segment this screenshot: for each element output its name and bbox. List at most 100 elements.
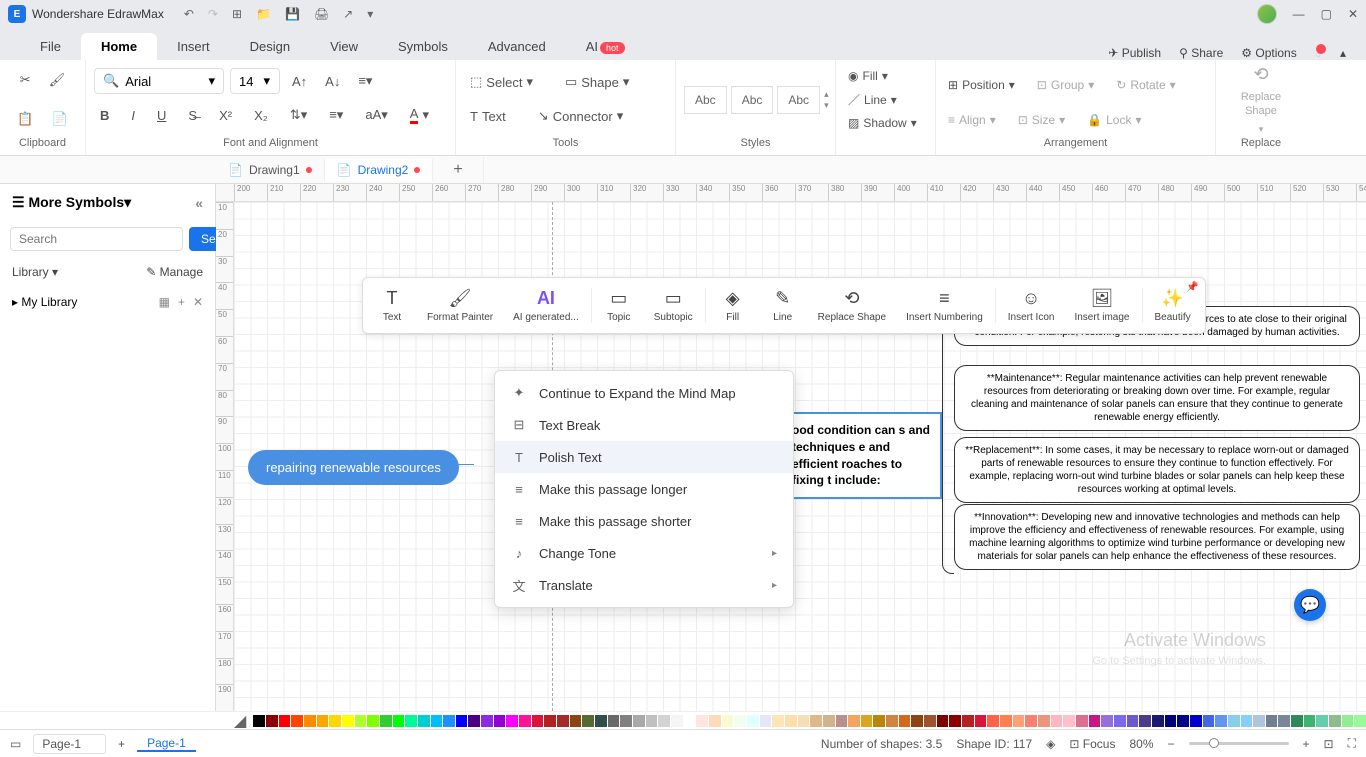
lock-button[interactable]: 🔒 Lock▾	[1083, 111, 1145, 129]
doctab-drawing2[interactable]: 📄 Drawing2	[325, 159, 434, 181]
color-swatch[interactable]	[494, 715, 506, 727]
qat-more-icon[interactable]: ▾	[367, 7, 373, 21]
color-swatch[interactable]	[772, 715, 784, 727]
print-icon[interactable]: 🖨	[314, 7, 329, 21]
color-swatch[interactable]	[355, 715, 367, 727]
color-swatch[interactable]	[456, 715, 468, 727]
cm-translate[interactable]: 文Translate▸	[495, 569, 793, 601]
page-tab-1[interactable]: Page-1	[137, 736, 196, 752]
ft-ai-generated[interactable]: AIAI generated...	[503, 284, 589, 327]
color-swatch[interactable]	[1165, 715, 1177, 727]
page-select[interactable]: Page-1	[33, 734, 106, 754]
publish-button[interactable]: ✈ Publish	[1108, 46, 1161, 60]
more-symbols-button[interactable]: ☰ More Symbols▾	[12, 194, 131, 211]
ft-subtopic[interactable]: ▭Subtopic	[644, 284, 703, 327]
color-swatch[interactable]	[253, 715, 265, 727]
tab-advanced[interactable]: Advanced	[468, 33, 566, 60]
ft-replace-shape[interactable]: ⟲Replace Shape	[808, 284, 896, 327]
collapse-sidebar-icon[interactable]: «	[195, 195, 203, 211]
color-swatch[interactable]	[317, 715, 329, 727]
color-swatch[interactable]	[1152, 715, 1164, 727]
share-button[interactable]: ⚲ Share	[1179, 46, 1223, 60]
color-swatch[interactable]	[1203, 715, 1215, 727]
rotate-button[interactable]: ↻ Rotate▾	[1112, 76, 1179, 94]
color-swatch[interactable]	[1063, 715, 1075, 727]
cm-change-tone[interactable]: ♪Change Tone▸	[495, 537, 793, 569]
align-button[interactable]: ≡ Align▾	[944, 111, 1000, 129]
user-avatar[interactable]	[1257, 4, 1277, 24]
color-swatch[interactable]	[633, 715, 645, 727]
color-swatch[interactable]	[937, 715, 949, 727]
detail-box-3[interactable]: **Replacement**: In some cases, it may b…	[954, 437, 1360, 503]
mindmap-subtopic-box[interactable]: ood condition can s and techniques e and…	[782, 412, 942, 499]
decrease-font-icon[interactable]: A↓	[319, 70, 346, 93]
size-button[interactable]: ⊡ Size▾	[1014, 111, 1069, 129]
fullscreen-icon[interactable]: ⛶	[1348, 736, 1356, 751]
copy-icon[interactable]: 📋	[11, 107, 39, 131]
ft-topic[interactable]: ▭Topic	[594, 284, 644, 327]
save-icon[interactable]: 💾	[285, 7, 300, 21]
color-swatch[interactable]	[582, 715, 594, 727]
color-swatch[interactable]	[1215, 715, 1227, 727]
font-size-select[interactable]: 14▾	[230, 68, 280, 94]
increase-font-icon[interactable]: A↑	[286, 70, 313, 93]
color-swatch[interactable]	[519, 715, 531, 727]
color-swatch[interactable]	[873, 715, 885, 727]
color-swatch[interactable]	[975, 715, 987, 727]
cm-expand-mindmap[interactable]: ✦Continue to Expand the Mind Map	[495, 377, 793, 409]
color-swatch[interactable]	[684, 715, 696, 727]
group-button[interactable]: ⊡ Group▾	[1033, 76, 1098, 94]
color-swatch[interactable]	[279, 715, 291, 727]
color-swatch[interactable]	[1139, 715, 1151, 727]
color-swatch[interactable]	[671, 715, 683, 727]
doctab-add[interactable]: +	[433, 157, 483, 183]
mindmap-root-node[interactable]: repairing renewable resources	[248, 450, 459, 485]
color-swatch[interactable]	[1354, 715, 1366, 727]
my-library-item[interactable]: ▸ My Library	[12, 295, 77, 309]
color-swatch[interactable]	[823, 715, 835, 727]
color-swatch[interactable]	[760, 715, 772, 727]
ft-line[interactable]: ✎Line	[758, 284, 808, 327]
detail-box-4[interactable]: **Innovation**: Developing new and innov…	[954, 504, 1360, 570]
color-swatch[interactable]	[1114, 715, 1126, 727]
detail-box-2[interactable]: **Maintenance**: Regular maintenance act…	[954, 365, 1360, 431]
color-swatch[interactable]	[506, 715, 518, 727]
color-swatch[interactable]	[329, 715, 341, 727]
color-swatch[interactable]	[342, 715, 354, 727]
color-swatch[interactable]	[1051, 715, 1063, 727]
color-swatch[interactable]	[595, 715, 607, 727]
color-swatch[interactable]	[291, 715, 303, 727]
tab-design[interactable]: Design	[230, 33, 310, 60]
position-button[interactable]: ⊞ Position▾	[944, 76, 1019, 94]
doctab-drawing1[interactable]: 📄 Drawing1	[216, 159, 325, 181]
cm-make-longer[interactable]: ≡Make this passage longer	[495, 473, 793, 505]
color-swatch[interactable]	[418, 715, 430, 727]
color-swatch[interactable]	[1025, 715, 1037, 727]
canvas[interactable]: repairing renewable resources ood condit…	[234, 202, 1366, 711]
color-swatch[interactable]	[810, 715, 822, 727]
color-swatch[interactable]	[836, 715, 848, 727]
line-button[interactable]: ／ Line▾	[844, 89, 921, 110]
color-swatch[interactable]	[848, 715, 860, 727]
color-swatch[interactable]	[734, 715, 746, 727]
case-icon[interactable]: aA▾	[359, 103, 393, 127]
eyedropper-icon[interactable]: ◢	[234, 711, 246, 731]
style-preset-1[interactable]: Abc	[684, 86, 727, 114]
color-swatch[interactable]	[1013, 715, 1025, 727]
color-swatch[interactable]	[443, 715, 455, 727]
color-swatch[interactable]	[266, 715, 278, 727]
superscript-icon[interactable]: X²	[213, 104, 238, 127]
italic-icon[interactable]: I	[125, 104, 141, 127]
color-swatch[interactable]	[949, 715, 961, 727]
select-tool[interactable]: ⬚ Select▾	[464, 70, 539, 94]
color-swatch[interactable]	[532, 715, 544, 727]
color-swatch[interactable]	[1316, 715, 1328, 727]
color-swatch[interactable]	[620, 715, 632, 727]
align-icon[interactable]: ≡▾	[352, 69, 378, 93]
color-swatch[interactable]	[1241, 715, 1253, 727]
tab-home[interactable]: Home	[81, 33, 157, 60]
paint-icon[interactable]: 🖌	[43, 68, 72, 92]
bold-icon[interactable]: B	[94, 104, 115, 127]
color-swatch[interactable]	[962, 715, 974, 727]
color-swatch[interactable]	[1101, 715, 1113, 727]
